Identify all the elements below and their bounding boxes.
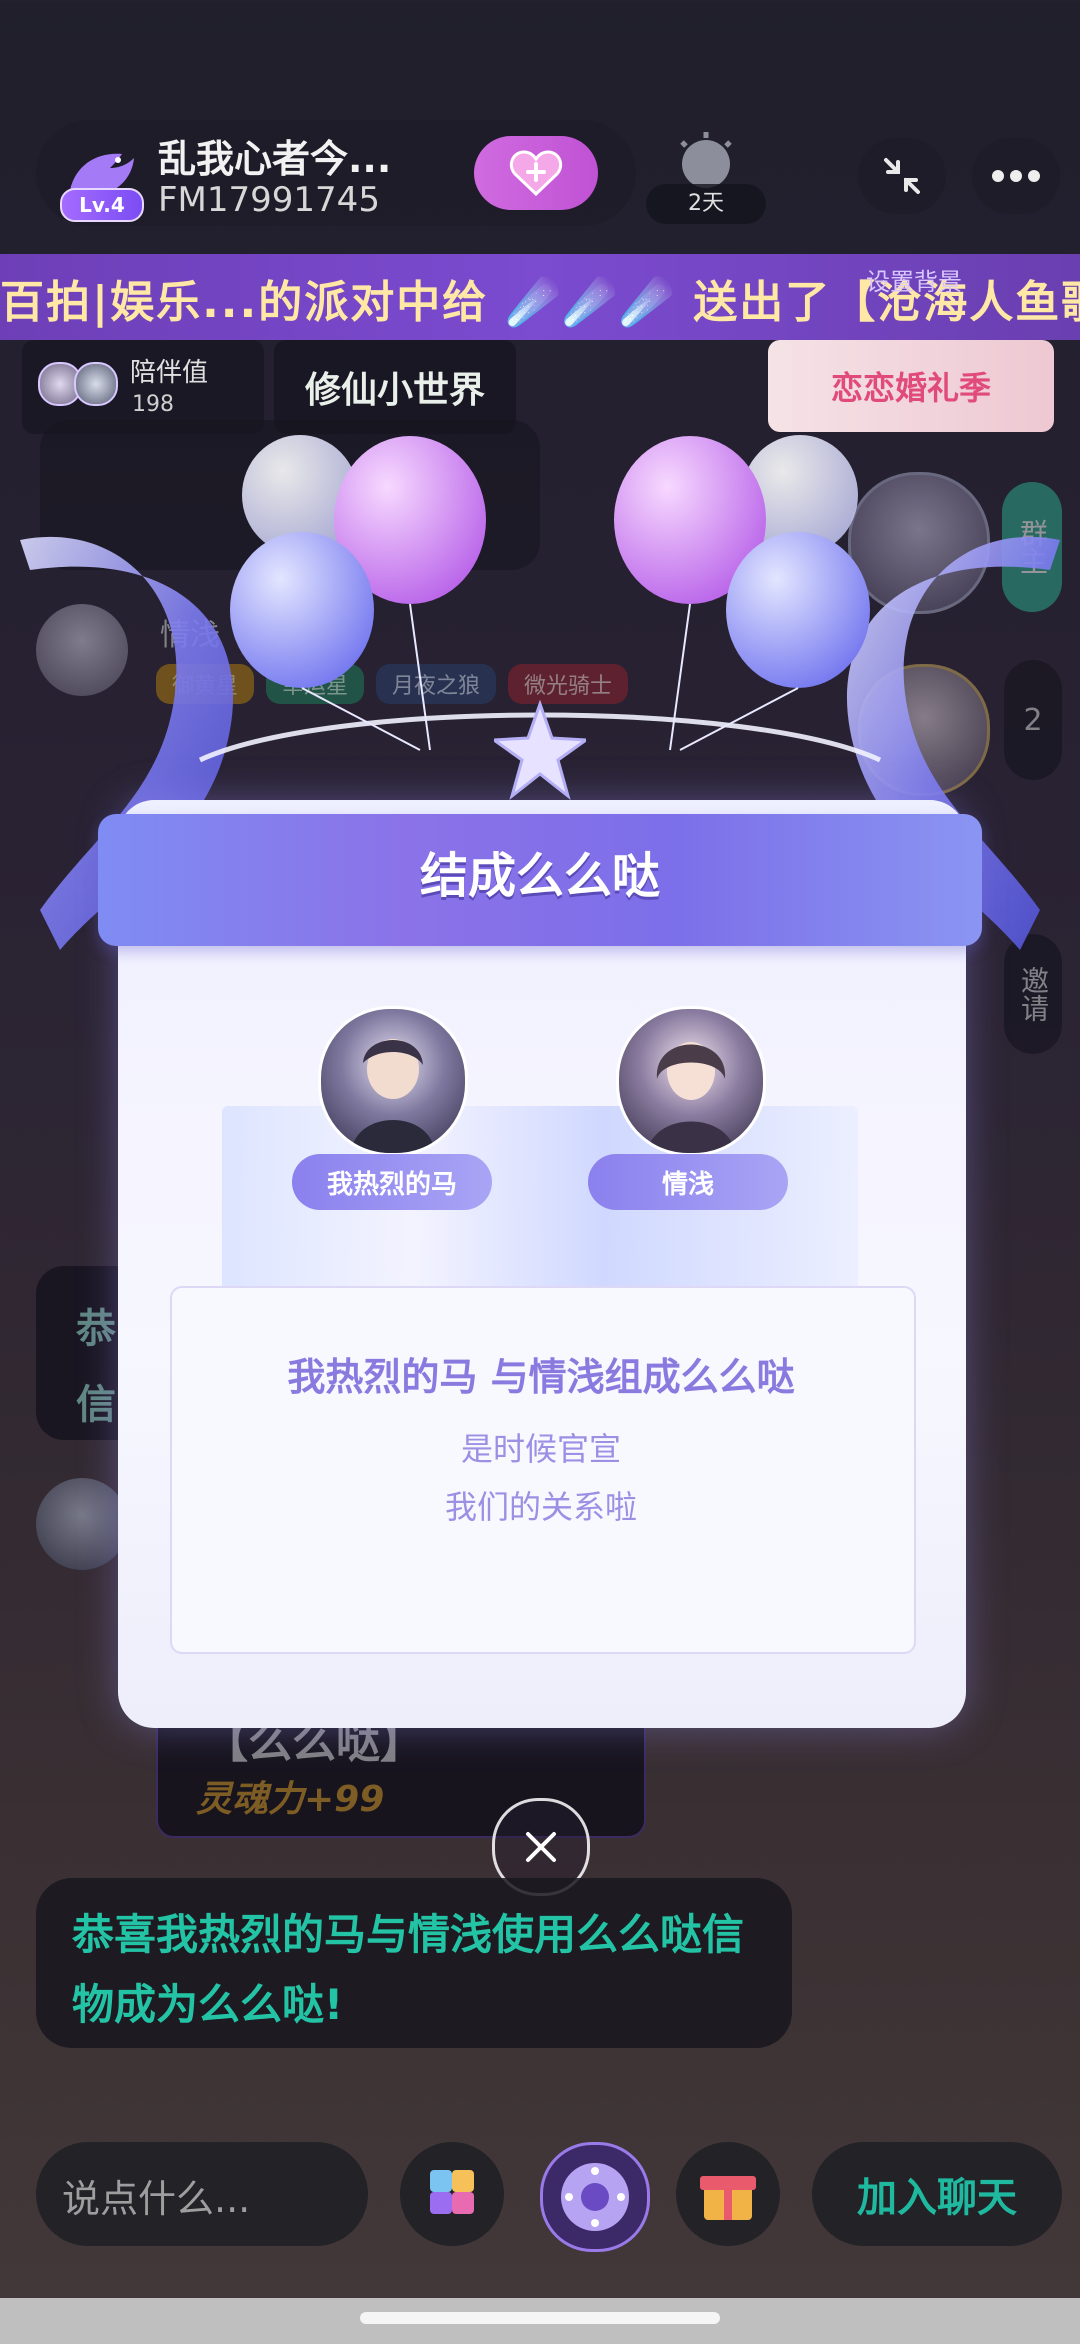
room-title: 乱我心者今... <box>158 137 392 181</box>
more-options-button[interactable] <box>972 138 1060 214</box>
announcement-sub-text-2: 我们的关系啦 <box>444 1488 637 1526</box>
user1-name-pill: 我热烈的马 <box>292 1154 492 1210</box>
wedding-label: 恋恋婚礼季 <box>830 369 991 407</box>
star-crown-icon <box>494 700 586 800</box>
spin-wheel-button[interactable] <box>540 2142 650 2252</box>
user2-name: 情浅 <box>661 1169 714 1200</box>
close-icon <box>526 1832 556 1862</box>
announcement-box <box>170 1286 916 1654</box>
more-dots-icon <box>992 170 1040 182</box>
room-id: FM17991745 <box>158 180 380 220</box>
minimize-icon <box>884 158 920 194</box>
wheel-icon <box>561 2163 629 2231</box>
modal-title: 结成么么哒 <box>419 848 660 904</box>
puzzle-games-button[interactable] <box>400 2142 504 2246</box>
favorite-room-button[interactable] <box>474 136 598 210</box>
congrats-message-text: 恭喜我热烈的马与情浅使用么么哒信物成为么么哒! <box>72 1910 745 2029</box>
announcement-sub-text-1: 是时候官宣 <box>460 1430 621 1468</box>
companion-label: 陪伴值 <box>130 358 209 388</box>
gift-button[interactable] <box>676 2142 780 2246</box>
home-indicator[interactable] <box>360 2312 720 2324</box>
level-badge: Lv.4 <box>60 188 144 222</box>
user1-avatar[interactable] <box>318 1006 468 1156</box>
balloons-left-icon <box>230 435 486 751</box>
days-counter: 2天 <box>646 184 766 224</box>
heart-icon <box>509 150 563 196</box>
user2-avatar[interactable] <box>616 1006 766 1156</box>
xiuxian-world-banner[interactable]: 修仙小世界 <box>274 340 516 434</box>
join-chat-label: 加入聊天 <box>857 2175 1017 2221</box>
user1-name: 我热烈的马 <box>326 1169 457 1200</box>
join-chat-button[interactable]: 加入聊天 <box>812 2142 1062 2246</box>
balloons-right-icon <box>614 435 870 751</box>
gift-box-icon <box>700 2176 756 2220</box>
chat-input-placeholder: 说点什么... <box>62 2177 251 2221</box>
companion-value: 198 <box>132 392 174 417</box>
xiuxian-label: 修仙小世界 <box>304 369 485 411</box>
background-settings-hint: 设置背景 <box>866 268 962 296</box>
wedding-season-banner[interactable]: 恋恋婚礼季 <box>768 340 1054 432</box>
puzzle-icon <box>430 2170 474 2214</box>
avatar <box>74 362 118 406</box>
user2-name-pill: 情浅 <box>588 1154 788 1210</box>
announcement-main-text: 我热烈的马 与情浅组成么么哒 <box>287 1355 795 1399</box>
minimize-button[interactable] <box>858 138 946 214</box>
